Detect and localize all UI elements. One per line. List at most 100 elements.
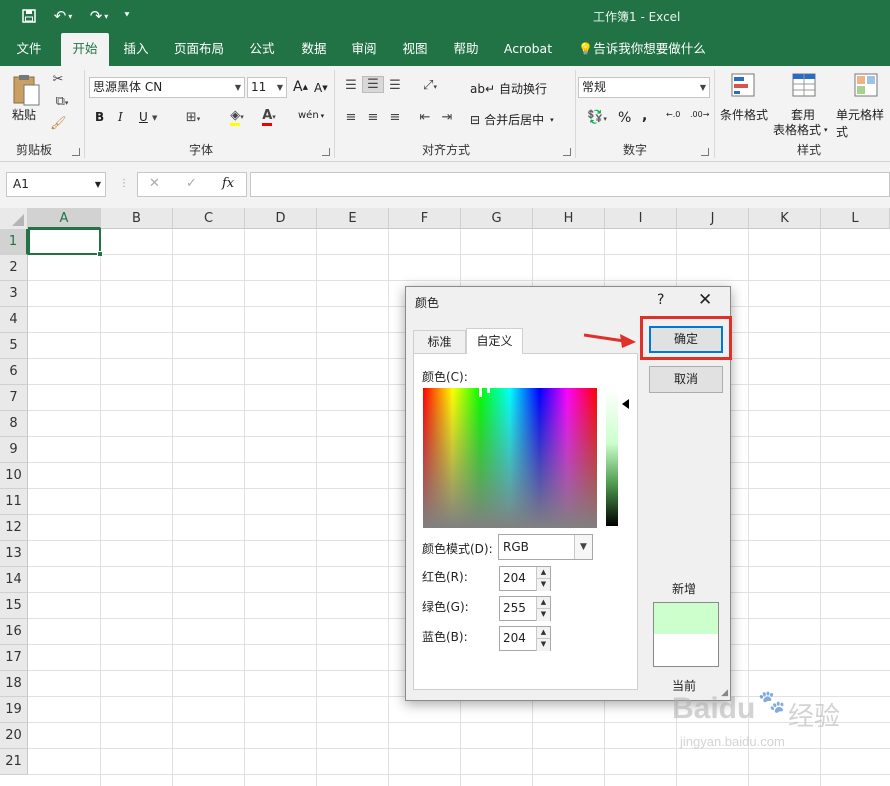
tab-help[interactable]: 帮助 — [444, 33, 488, 66]
row-header-16[interactable]: 16 — [0, 619, 28, 645]
clipboard-launcher-icon[interactable] — [72, 148, 80, 156]
align-middle-icon[interactable]: ☰ — [362, 76, 384, 93]
column-header-J[interactable]: J — [677, 208, 749, 229]
font-size-combo[interactable]: 11 ▼ — [247, 77, 287, 98]
row-header-13[interactable]: 13 — [0, 541, 28, 567]
font-color-icon[interactable]: A▾ — [254, 108, 284, 126]
shrink-font-button[interactable]: A ▼ — [314, 81, 328, 95]
row-header-7[interactable]: 7 — [0, 385, 28, 411]
row-header-4[interactable]: 4 — [0, 307, 28, 333]
increase-decimal-icon[interactable]: ←.0 — [666, 110, 686, 119]
row-header-5[interactable]: 5 — [0, 333, 28, 359]
luminance-slider[interactable] — [606, 388, 618, 526]
copy-icon[interactable]: ⧉▾ — [50, 94, 74, 109]
tab-custom[interactable]: 自定义 — [466, 328, 523, 354]
customize-icon[interactable]: ⯆ — [120, 6, 134, 26]
tab-insert[interactable]: 插入 — [114, 33, 158, 66]
row-header-18[interactable]: 18 — [0, 671, 28, 697]
row-header-6[interactable]: 6 — [0, 359, 28, 385]
chevron-down-icon[interactable]: ▼ — [152, 114, 157, 122]
tell-me-search[interactable]: 💡告诉我你想要做什么 — [576, 33, 708, 66]
conditional-format-icon[interactable] — [729, 72, 759, 102]
align-bottom-icon[interactable]: ☰ — [386, 78, 404, 93]
italic-button[interactable]: I — [118, 110, 123, 124]
grow-font-button[interactable]: A ▲ — [293, 79, 308, 95]
close-icon[interactable]: ✕ — [698, 290, 712, 310]
help-icon[interactable]: ? — [657, 292, 664, 308]
tab-data[interactable]: 数据 — [292, 33, 336, 66]
align-center-icon[interactable]: ≡ — [364, 110, 382, 125]
number-launcher-icon[interactable] — [701, 148, 709, 156]
spin-down-icon[interactable]: ▼ — [536, 579, 550, 591]
currency-icon[interactable]: 💱▾ — [582, 110, 612, 125]
tab-file[interactable]: 文件 — [8, 33, 50, 66]
font-launcher-icon[interactable] — [322, 148, 330, 156]
column-header-L[interactable]: L — [821, 208, 890, 229]
phonetic-button[interactable]: wén ▾ — [298, 110, 324, 121]
decrease-decimal-icon[interactable]: .00→ — [690, 110, 710, 119]
format-painter-icon[interactable]: 🖌 — [50, 116, 67, 131]
color-mode-select[interactable]: RGB ▼ — [498, 534, 593, 560]
blue-input[interactable]: 204 ▲ ▼ — [499, 626, 551, 651]
cell-styles-icon[interactable] — [852, 72, 882, 102]
cancel-formula-icon[interactable]: ✕ — [149, 176, 160, 191]
spin-down-icon[interactable]: ▼ — [536, 639, 550, 651]
spin-up-icon[interactable]: ▲ — [536, 627, 550, 639]
column-header-G[interactable]: G — [461, 208, 533, 229]
row-header-20[interactable]: 20 — [0, 723, 28, 749]
orientation-icon[interactable]: ⤢▾ — [416, 78, 444, 93]
color-spectrum[interactable] — [423, 388, 597, 528]
column-header-I[interactable]: I — [605, 208, 677, 229]
row-header-2[interactable]: 2 — [0, 255, 28, 281]
column-header-H[interactable]: H — [533, 208, 605, 229]
fill-color-icon[interactable]: ◈▾ — [222, 108, 252, 126]
format-as-table-icon[interactable] — [790, 72, 820, 102]
column-header-E[interactable]: E — [317, 208, 389, 229]
format-as-table-button[interactable]: 表格格式 ▾ — [773, 121, 828, 138]
column-header-A[interactable]: A — [28, 208, 101, 229]
underline-button[interactable]: U — [139, 110, 148, 124]
alignment-launcher-icon[interactable] — [563, 148, 571, 156]
row-header-21[interactable]: 21 — [0, 749, 28, 775]
active-cell-A1[interactable] — [28, 228, 103, 257]
enter-formula-icon[interactable]: ✓ — [186, 176, 197, 191]
name-box[interactable]: A1 ▼ — [6, 172, 106, 197]
row-header-3[interactable]: 3 — [0, 281, 28, 307]
spin-up-icon[interactable]: ▲ — [536, 597, 550, 609]
decrease-indent-icon[interactable]: ⇤ — [416, 110, 434, 125]
select-all-corner[interactable] — [0, 208, 28, 229]
borders-icon[interactable]: ⊞▾ — [178, 110, 208, 125]
row-header-10[interactable]: 10 — [0, 463, 28, 489]
spin-down-icon[interactable]: ▼ — [536, 609, 550, 621]
align-left-icon[interactable]: ≡ — [342, 110, 360, 125]
align-top-icon[interactable]: ☰ — [342, 78, 360, 93]
paste-icon[interactable] — [10, 70, 42, 110]
merge-center-button[interactable]: ⊟ 合并后居中 ▾ — [470, 111, 554, 128]
tab-home[interactable]: 开始 — [61, 33, 109, 66]
row-header-12[interactable]: 12 — [0, 515, 28, 541]
tab-standard[interactable]: 标准 — [413, 330, 466, 354]
luminance-arrow-icon[interactable] — [622, 399, 629, 409]
red-input[interactable]: 204 ▲ ▼ — [499, 566, 551, 591]
column-header-D[interactable]: D — [245, 208, 317, 229]
tab-acrobat[interactable]: Acrobat — [500, 33, 556, 66]
row-header-1[interactable]: 1 — [0, 229, 28, 255]
column-header-C[interactable]: C — [173, 208, 245, 229]
align-right-icon[interactable]: ≡ — [386, 110, 404, 125]
paste-button[interactable]: 粘贴 — [12, 106, 36, 123]
row-header-8[interactable]: 8 — [0, 411, 28, 437]
font-name-combo[interactable]: 思源黑体 CN ▼ — [89, 77, 245, 98]
row-header-17[interactable]: 17 — [0, 645, 28, 671]
increase-indent-icon[interactable]: ⇥ — [438, 110, 456, 125]
fill-handle[interactable] — [97, 251, 103, 257]
number-format-combo[interactable]: 常规 ▼ — [578, 77, 710, 98]
column-header-F[interactable]: F — [389, 208, 461, 229]
conditional-format-button[interactable]: 条件格式 — [720, 106, 768, 123]
cell-styles-button[interactable]: 单元格样式 — [836, 106, 890, 140]
save-icon[interactable] — [19, 6, 39, 26]
green-input[interactable]: 255 ▲ ▼ — [499, 596, 551, 621]
spin-up-icon[interactable]: ▲ — [536, 567, 550, 579]
wrap-text-button[interactable]: ab↵ 自动换行 — [470, 80, 547, 97]
tab-formulas[interactable]: 公式 — [240, 33, 284, 66]
tab-review[interactable]: 审阅 — [342, 33, 386, 66]
